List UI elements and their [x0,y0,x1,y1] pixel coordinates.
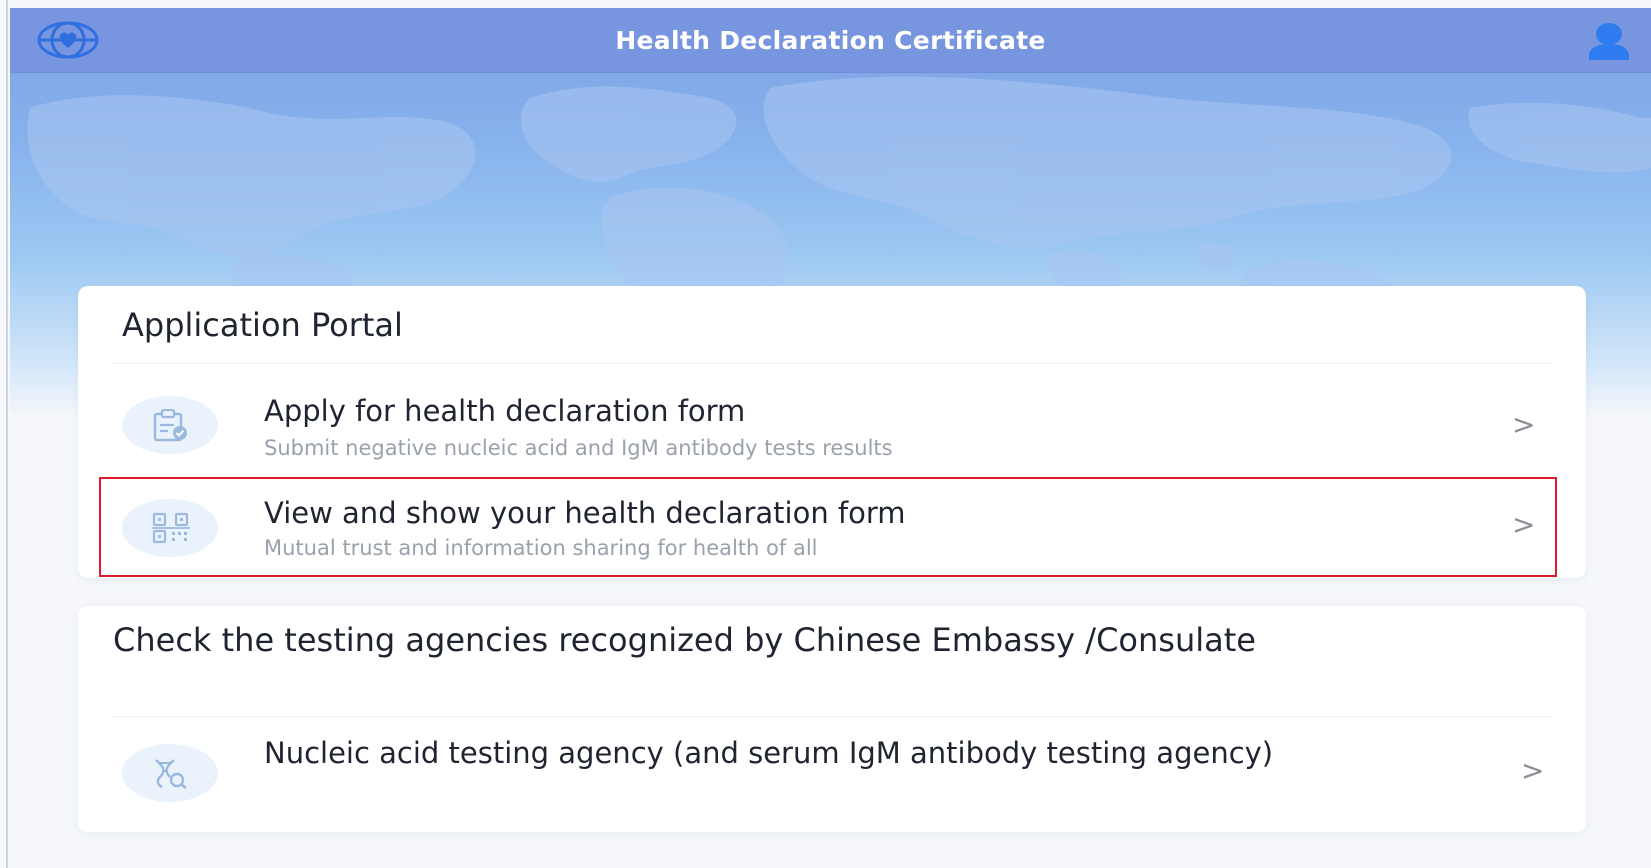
qr-code-icon [152,512,190,544]
icon-bg [122,396,218,454]
nucleic-acid-agency-title: Nucleic acid testing agency (and serum I… [264,736,1274,770]
dna-search-icon [155,759,187,789]
apply-form-subtitle: Submit negative nucleic acid and IgM ant… [264,436,893,460]
chevron-right-icon: > [1521,754,1545,787]
portal-title: Application Portal [122,306,403,344]
icon-bg [122,744,218,802]
user-icon[interactable] [1585,22,1633,62]
testing-agencies-card: Check the testing agencies recognized by… [78,606,1586,832]
app-frame: Health Declaration Certificate Applicati… [0,0,1651,868]
apply-form-title: Apply for health declaration form [264,394,746,428]
divider [112,716,1552,717]
clipboard-check-icon [153,409,187,442]
divider [112,363,1552,364]
window-edge [6,0,8,868]
apply-form-item[interactable]: Apply for health declaration form Submit… [78,376,1586,476]
nucleic-acid-agency-item[interactable]: Nucleic acid testing agency (and serum I… [78,718,1586,828]
view-form-title: View and show your health declaration fo… [264,496,906,530]
agencies-title: Check the testing agencies recognized by… [113,621,1256,659]
chevron-right-icon: > [1512,508,1536,541]
application-portal-card: Application Portal Apply for health decl… [78,286,1586,578]
top-bar: Health Declaration Certificate [10,8,1651,73]
chevron-right-icon: > [1512,408,1536,441]
divider [112,478,1552,479]
page-title: Health Declaration Certificate [615,26,1046,55]
view-form-item[interactable]: View and show your health declaration fo… [78,480,1586,578]
view-form-subtitle: Mutual trust and information sharing for… [264,536,818,560]
icon-bg [122,499,218,557]
